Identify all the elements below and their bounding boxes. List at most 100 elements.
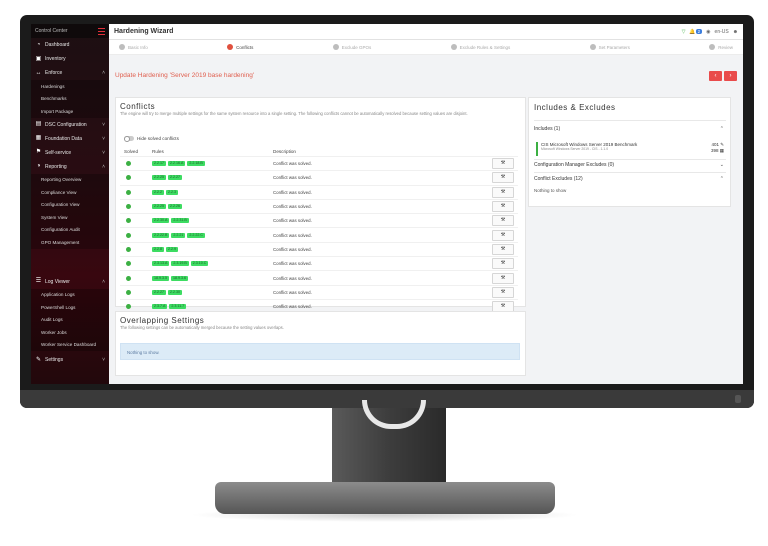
sidebar-header: Control Center <box>31 24 109 38</box>
rule-chip[interactable]: 2.2.25 <box>152 175 166 181</box>
hide-solved-toggle[interactable] <box>124 135 134 142</box>
table-row: 2.2.22.B 2.2.21 2.2.22.C Conflict was solve… <box>120 227 518 241</box>
wizard-step-set-parameters[interactable]: Set Parameters <box>589 44 630 50</box>
wrench-icon[interactable]: ⚒ <box>492 172 514 184</box>
rule-chip[interactable]: 2.2.30.A <box>152 218 170 224</box>
rule-chip[interactable]: 2.3.7.A <box>152 304 168 310</box>
rule-chip[interactable]: 2.2.17 <box>152 161 166 167</box>
next-button[interactable]: › <box>724 71 737 81</box>
wrench-icon[interactable]: ⚒ <box>492 215 514 227</box>
check-circle-icon <box>126 275 131 281</box>
chevron-up-icon[interactable]: ⌃ <box>720 176 724 182</box>
rule-chips: 2.2.25 2.2.27 <box>152 175 182 181</box>
sidebar-subitem-configuration-view[interactable]: Configuration View <box>31 199 109 212</box>
wrench-icon[interactable]: ⚒ <box>492 243 514 255</box>
rule-chip[interactable]: 2.2.27 <box>152 289 166 295</box>
wizard-step-exclude-gpos[interactable]: Exclude GPOs <box>332 44 371 50</box>
previous-button[interactable]: ‹ <box>709 71 722 81</box>
hide-solved-label: Hide solved conflicts <box>137 136 179 141</box>
sidebar-item-log-viewer[interactable]: ☰ Log Viewer ˄ <box>31 275 109 289</box>
wizard-step-basic-info[interactable]: Basic Info <box>119 44 148 50</box>
column-description: Description <box>273 149 296 154</box>
rule-chip[interactable]: 2.2.31.B <box>171 218 189 224</box>
rule-chips: 2.2.8 2.2.9 <box>152 246 178 252</box>
rule-chip[interactable]: 2.2.16.A <box>168 161 186 167</box>
sidebar-item-foundation-data[interactable]: ▦ Foundation Data ˅ <box>31 132 109 146</box>
rule-chip[interactable]: 2.2.9 <box>166 246 178 252</box>
rule-chip[interactable]: 2.3.11.7 <box>169 304 187 310</box>
wrench-icon[interactable]: ⚒ <box>492 272 514 284</box>
sidebar-subitem-import-package[interactable]: Import Package <box>31 105 109 118</box>
rule-chip[interactable]: 2.2.22.C <box>187 232 205 238</box>
sidebar-item-enforce[interactable]: ↔ Enforce ˄ <box>31 66 109 80</box>
sidebar-item-self-service[interactable]: ⚑ Self-service ˅ <box>31 146 109 160</box>
sidebar-subitem-worker-service-dashboard[interactable]: Worker Service Dashboard <box>31 339 109 352</box>
cm-excludes-section[interactable]: Configuration Manager Excludes (0) ⌄ <box>534 162 726 168</box>
check-circle-icon <box>126 261 131 267</box>
globe-icon[interactable]: ◉ <box>706 29 710 35</box>
rule-chip[interactable]: 2.3.13.A <box>152 261 170 267</box>
rule-chip[interactable]: 2.2.3 <box>166 189 178 195</box>
rule-chips: 2.3.13.A 2.3.19.B 2.3.10.C <box>152 261 209 267</box>
shield-icon[interactable]: ▽ <box>682 29 686 35</box>
table-row: 2.3.13.A 2.3.19.B 2.3.10.C Conflict was sol… <box>120 256 518 270</box>
sidebar-subitem-application-logs[interactable]: Application Logs <box>31 289 109 302</box>
rule-chip[interactable]: 18.9.3.5 <box>152 275 169 281</box>
grid-icon[interactable]: ▦ <box>720 148 724 153</box>
includes-card: Includes & Excludes Includes (1) ⌃ CIS M… <box>528 97 731 207</box>
sidebar-item-settings[interactable]: ✎ Settings ˅ <box>31 353 109 367</box>
sidebar-item-dsc-configuration[interactable]: ▤ DSC Configuration ˅ <box>31 118 109 132</box>
sidebar-subitem-benchmarks[interactable]: Benchmarks <box>31 93 109 106</box>
conflict-excludes-section[interactable]: Conflict Excludes (12) ⌃ <box>534 176 726 182</box>
wizard-step-conflicts[interactable]: Conflicts <box>227 44 253 50</box>
rule-chip[interactable]: 2.2.22.B <box>152 232 170 238</box>
chevron-down-icon[interactable]: ⌄ <box>720 162 724 168</box>
rule-chip[interactable]: 2.3.19.B <box>171 261 189 267</box>
rule-chip[interactable]: 2.2.25 <box>152 204 166 210</box>
rule-chip[interactable]: 2.2.21 <box>171 232 186 238</box>
wrench-icon[interactable]: ⚒ <box>492 258 514 270</box>
sidebar-item-reporting[interactable]: ◑ Reporting ˄ <box>31 160 109 174</box>
sidebar-subitem-audit-logs[interactable]: Audit Logs <box>31 314 109 327</box>
rule-chip[interactable]: 2.2.27 <box>168 175 182 181</box>
wrench-icon[interactable]: ⚒ <box>492 229 514 241</box>
includes-section[interactable]: Includes (1) ⌃ <box>534 126 726 132</box>
wizard-step-exclude-rules-settings[interactable]: Exclude Rules & Settings <box>450 44 510 50</box>
wrench-icon[interactable]: ⚒ <box>492 201 514 213</box>
check-circle-icon <box>126 204 131 210</box>
sidebar-subitem-reporting-overview[interactable]: Reporting Overview <box>31 174 109 187</box>
conflict-description: Conflict was solved. <box>273 246 312 252</box>
rule-chip[interactable]: 2.2.18.B <box>187 161 205 167</box>
wrench-icon[interactable]: ⚒ <box>492 186 514 198</box>
overlapping-empty-message: Nothing to show. <box>120 343 520 360</box>
sidebar-subitem-hardenings[interactable]: Hardenings <box>31 80 109 93</box>
sidebar-subitem-powershell-logs[interactable]: PowerShell Logs <box>31 301 109 314</box>
rule-chip[interactable]: 2.2.30 <box>168 289 182 295</box>
sidebar-subitem-worker-jobs[interactable]: Worker Jobs <box>31 326 109 339</box>
rule-chip[interactable]: 2.2.26 <box>168 204 182 210</box>
sidebar-item-label: Dashboard <box>45 42 70 48</box>
sidebar-item-dashboard[interactable]: ◔ Dashboard <box>31 38 109 52</box>
conflict-excludes-label: Conflict Excludes (12) <box>534 176 583 182</box>
sidebar-subitem-gpo-management[interactable]: GPO Management <box>31 236 109 249</box>
wrench-icon[interactable]: ⚒ <box>492 158 514 170</box>
bell-icon[interactable]: 🔔 2 <box>689 28 703 35</box>
chevron-up-icon[interactable]: ⌃ <box>720 126 724 132</box>
wizard-step-review[interactable]: Review <box>709 44 733 50</box>
rule-chip[interactable]: 18.9.3.6 <box>171 275 188 281</box>
locale-selector[interactable]: en-US <box>715 29 729 35</box>
include-entry[interactable]: CIS Microsoft Windows Server 2019 Benchm… <box>536 142 724 156</box>
pencil-icon[interactable]: ✎ <box>720 142 724 147</box>
wrench-icon[interactable]: ⚒ <box>492 286 514 298</box>
table-row: 2.2.17 2.2.16.A 2.2.18.B Conflict was solve… <box>120 156 518 170</box>
user-icon[interactable]: ☻ <box>733 29 738 35</box>
table-row: 2.2.8 2.2.9 Conflict was solved. ⚒ <box>120 241 518 256</box>
sidebar-subitem-configuration-audit[interactable]: Configuration Audit <box>31 224 109 237</box>
rule-chip[interactable]: 2.2.2 <box>152 189 164 195</box>
sidebar-subitem-system-view[interactable]: System View <box>31 211 109 224</box>
sidebar-subitem-compliance-view[interactable]: Compliance View <box>31 186 109 199</box>
hamburger-icon[interactable] <box>98 27 105 35</box>
rule-chip[interactable]: 2.2.8 <box>152 246 164 252</box>
rule-chip[interactable]: 2.3.10.C <box>190 261 209 267</box>
sidebar-item-inventory[interactable]: ▣ Inventory <box>31 52 109 66</box>
